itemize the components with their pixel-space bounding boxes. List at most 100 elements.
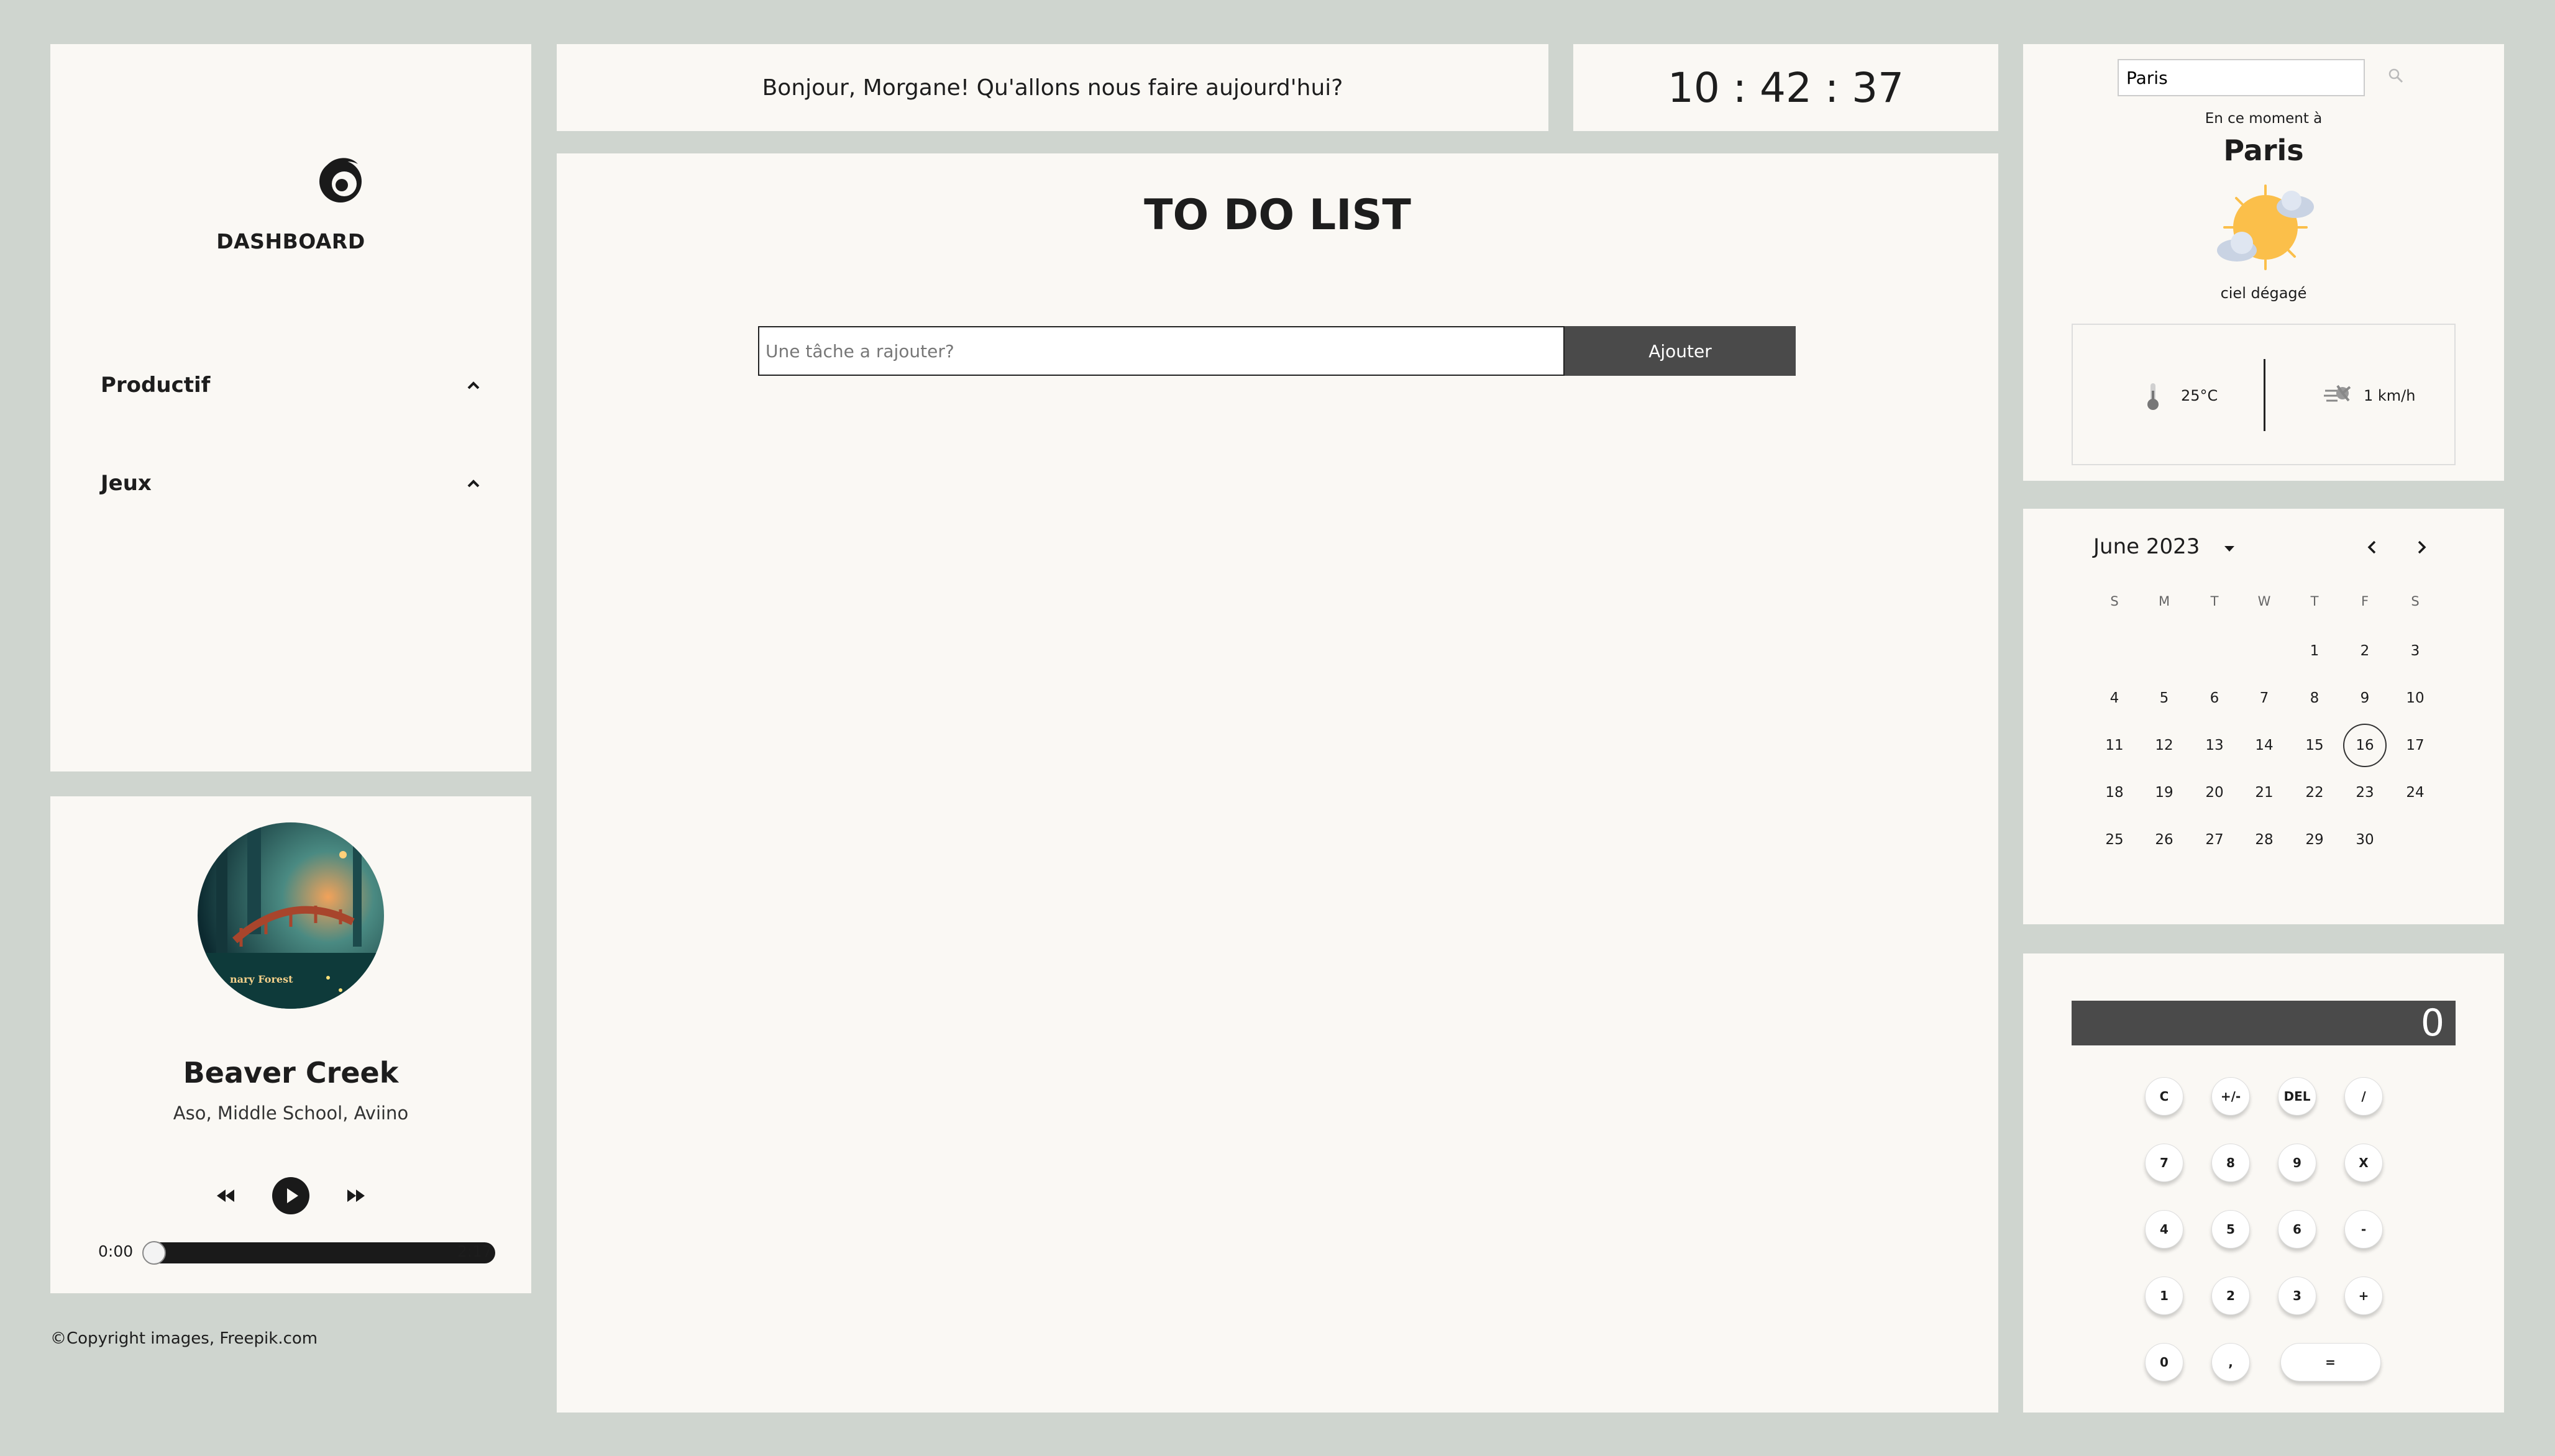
wind-value: 1 km/h [2364,387,2416,404]
calendar-day[interactable]: 3 [2393,629,2437,673]
calc-key-plus[interactable]: + [2344,1276,2383,1315]
rewind-icon[interactable] [211,1180,242,1211]
search-icon[interactable] [2387,66,2405,85]
calendar-month-label[interactable]: June 2023 [2093,534,2200,559]
todo-input[interactable] [758,326,1565,376]
calendar-day[interactable]: 4 [2093,676,2136,720]
calc-key-5[interactable]: 5 [2211,1210,2250,1249]
calendar-day-selected[interactable]: 16 [2343,724,2387,767]
calendar-day[interactable]: 7 [2242,676,2286,720]
weekday-header: T [2310,594,2319,609]
sidebar-panel: DASHBOARD Productif Jeux [50,44,531,771]
calendar-day[interactable]: 10 [2393,676,2437,720]
chevron-left-icon[interactable] [2361,536,2384,558]
calc-key-9[interactable]: 9 [2278,1144,2316,1182]
clock-time: 10 : 42 : 37 [1667,63,1904,112]
calc-key-decimal[interactable]: , [2211,1343,2250,1381]
chevron-up-icon [467,381,480,389]
greeting-text: Bonjour, Morgane! Qu'allons nous faire a… [762,75,1343,101]
calendar-day[interactable]: 29 [2293,818,2336,862]
calc-key-8[interactable]: 8 [2211,1144,2250,1182]
temperature-value: 25°C [2181,387,2218,404]
calendar-day[interactable]: 25 [2093,818,2136,862]
calc-key-multiply[interactable]: X [2344,1144,2383,1182]
calc-key-clear[interactable]: C [2145,1077,2183,1116]
progress-knob[interactable] [142,1241,166,1265]
menu-jeux[interactable]: Jeux [101,465,486,502]
calendar-day[interactable]: 5 [2142,676,2186,720]
calendar-day[interactable]: 27 [2193,818,2236,862]
calc-key-4[interactable]: 4 [2145,1210,2183,1249]
menu-jeux-label: Jeux [101,471,152,496]
album-cover: nary Forest [198,822,384,1009]
weekday-header: S [2411,594,2420,609]
calendar-day[interactable]: 9 [2343,676,2387,720]
calendar-day[interactable]: 30 [2343,818,2387,862]
calc-key-1[interactable]: 1 [2145,1276,2183,1315]
calc-key-delete[interactable]: DEL [2278,1077,2316,1116]
clock-panel: 10 : 42 : 37 [1573,44,1998,131]
thermometer-icon [2147,383,2159,410]
weekday-header: S [2110,594,2119,609]
weather-divider [2264,359,2265,431]
calendar-day[interactable]: 21 [2242,771,2286,814]
now-label: En ce moment à [2205,111,2323,127]
calendar-day[interactable]: 23 [2343,771,2387,814]
calendar-day[interactable]: 24 [2393,771,2437,814]
calendar-day[interactable]: 19 [2142,771,2186,814]
play-button-icon[interactable] [272,1176,310,1215]
dropdown-arrow-icon[interactable] [2221,540,2238,557]
calendar-day[interactable]: 1 [2293,629,2336,673]
calendar-day[interactable]: 15 [2293,724,2336,767]
time-total: 2:17 [457,1242,493,1260]
wind-icon [2324,384,2351,402]
greeting-panel: Bonjour, Morgane! Qu'allons nous faire a… [557,44,1548,131]
song-title: Beaver Creek [183,1056,399,1090]
calendar-day[interactable]: 28 [2242,818,2286,862]
weather-panel: En ce moment à Paris ciel dégagé 25°C 1 … [2023,44,2504,481]
progress-bar[interactable] [142,1241,495,1265]
calc-key-negate[interactable]: +/- [2211,1077,2250,1116]
chevron-right-icon[interactable] [2410,536,2433,558]
calc-key-equals[interactable]: = [2280,1343,2381,1381]
calendar-day[interactable]: 11 [2093,724,2136,767]
calendar-day[interactable]: 13 [2193,724,2236,767]
calendar-panel: June 2023 S M T W T F S 1 2 3 4 5 6 7 8 9 10 11 12 13 14 15 16… [2023,509,2504,924]
cover-text: nary Forest [230,973,293,985]
calc-key-6[interactable]: 6 [2278,1210,2316,1249]
calc-key-2[interactable]: 2 [2211,1276,2250,1315]
calendar-day[interactable]: 26 [2142,818,2186,862]
time-current: 0:00 [98,1242,134,1260]
copyright-text: ©Copyright images, Freepik.com [50,1329,318,1348]
calendar-day[interactable]: 18 [2093,771,2136,814]
weather-details: 25°C 1 km/h [2072,324,2456,465]
music-player: nary Forest Beaver Creek Aso, Middle Sch… [50,796,531,1293]
add-task-button[interactable]: Ajouter [1565,326,1796,376]
weekday-header: M [2158,594,2170,609]
weather-description: ciel dégagé [2220,284,2307,302]
calc-key-7[interactable]: 7 [2145,1144,2183,1182]
weekday-header: T [2210,594,2219,609]
menu-productif[interactable]: Productif [101,366,486,404]
calc-key-3[interactable]: 3 [2278,1276,2316,1315]
calendar-day[interactable]: 20 [2193,771,2236,814]
brand-title: DASHBOARD [216,229,365,253]
calc-key-divide[interactable]: / [2344,1077,2383,1116]
calc-key-0[interactable]: 0 [2145,1343,2183,1381]
calendar-day[interactable]: 12 [2142,724,2186,767]
calc-key-minus[interactable]: - [2344,1210,2383,1249]
fast-forward-icon[interactable] [340,1180,371,1211]
calendar-day[interactable]: 14 [2242,724,2286,767]
city-name: Paris [2223,134,2304,167]
weekday-header: F [2361,594,2369,609]
song-artist: Aso, Middle School, Aviino [173,1103,409,1124]
calendar-day[interactable]: 22 [2293,771,2336,814]
calendar-day[interactable]: 2 [2343,629,2387,673]
weekday-header: W [2257,594,2271,609]
calendar-day[interactable]: 6 [2193,676,2236,720]
city-search-input[interactable] [2118,59,2365,96]
calendar-day[interactable]: 8 [2293,676,2336,720]
chevron-up-icon [467,480,480,488]
calendar-day[interactable]: 17 [2393,724,2437,767]
menu-productif-label: Productif [101,373,211,398]
